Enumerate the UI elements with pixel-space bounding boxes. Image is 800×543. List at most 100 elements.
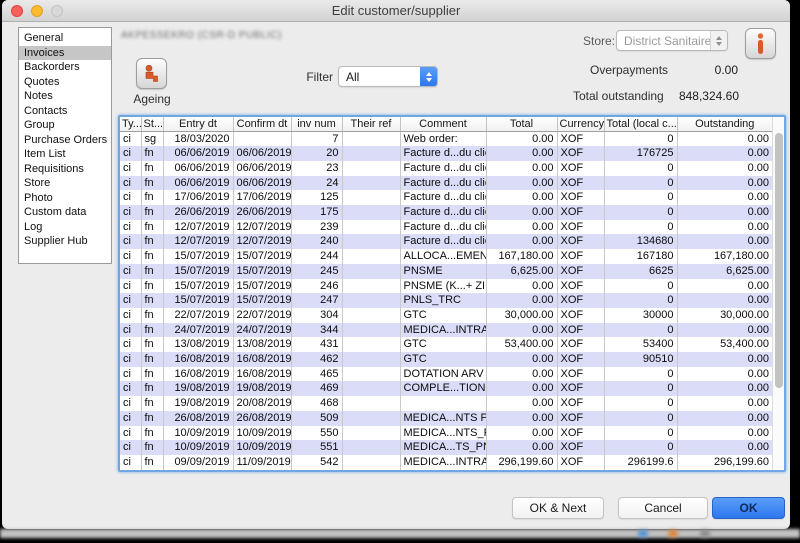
sidebar-item-quotes[interactable]: Quotes [19,75,111,90]
table-row[interactable]: cifn16/08/201916/08/2019465DOTATION ARV0… [120,367,772,382]
cell: 13/08/2019 [163,337,233,352]
cell: 10/09/2019 [163,440,233,455]
vertical-scrollbar[interactable] [772,117,784,470]
sidebar-item-custom-data[interactable]: Custom data [19,205,111,220]
column-header-st-[interactable]: St... [141,117,163,131]
table-row[interactable]: cifn26/08/201926/08/2019509MEDICA...NTS … [120,411,772,426]
table-row[interactable]: cifn10/09/201910/09/2019551MEDICA...TS_P… [120,440,772,455]
cell: XOF [557,234,604,249]
cell: XOF [557,352,604,367]
column-header-entry-dt[interactable]: Entry dt [163,117,233,131]
cell: ci [120,161,141,176]
cell: MEDICA...INTRANTS [400,323,486,338]
cell: 0 [604,279,677,294]
ageing-button[interactable] [136,58,167,89]
title-bar[interactable]: Edit customer/supplier [2,0,790,22]
table-row[interactable]: cifn26/06/201926/06/2019175Facture d...d… [120,205,772,220]
table-row[interactable]: cisg18/03/20207Web order:0.00XOF00.00 [120,131,772,146]
cell: ci [120,146,141,161]
ok-button[interactable]: OK [712,497,785,519]
cell: 15/07/2019 [163,279,233,294]
table-row[interactable]: cifn15/07/201915/07/2019244ALLOCA...EMEN… [120,249,772,264]
cell: 53,400.00 [486,337,557,352]
window-title: Edit customer/supplier [2,0,790,22]
cell: XOF [557,146,604,161]
table-row[interactable]: cifn19/08/201919/08/2019469COMPLE...TION… [120,381,772,396]
table-row[interactable]: cifn06/06/201906/06/201923Facture d...du… [120,161,772,176]
cell: sg [141,131,163,146]
column-header-currency[interactable]: Currency [557,117,604,131]
cell: 0.00 [486,234,557,249]
sidebar-item-contacts[interactable]: Contacts [19,104,111,119]
table-row[interactable]: cifn06/06/201906/06/201920Facture d...du… [120,146,772,161]
cell: 15/07/2019 [233,279,291,294]
table-row[interactable]: cifn12/07/201912/07/2019240Facture d...d… [120,234,772,249]
cell: 26/08/2019 [163,411,233,426]
cell: XOF [557,161,604,176]
cell: 0 [604,190,677,205]
cell: 06/06/2019 [163,176,233,191]
table-row[interactable]: cifn06/06/201906/06/201924Facture d...du… [120,176,772,191]
sidebar-item-item-list[interactable]: Item List [19,147,111,162]
table-row[interactable]: cifn10/09/201910/09/2019550MEDICA...NTS_… [120,426,772,441]
sidebar-item-group[interactable]: Group [19,118,111,133]
cell: 0 [604,440,677,455]
table-row[interactable]: cifn17/06/201917/06/2019125Facture d...d… [120,190,772,205]
cell: 23 [291,161,342,176]
background-blob [668,530,678,537]
column-header-comment[interactable]: Comment [400,117,486,131]
cell: 0 [604,131,677,146]
ok-and-next-button[interactable]: OK & Next [512,497,604,519]
sidebar-item-backorders[interactable]: Backorders [19,60,111,75]
sidebar-item-log[interactable]: Log [19,220,111,235]
invoices-table: Ty...St...Entry dtConfirm dtinv numTheir… [118,115,786,472]
cell: GTC [400,352,486,367]
table-row[interactable]: cifn16/08/201916/08/2019462GTC0.00XOF905… [120,352,772,367]
table-row[interactable]: cifn09/09/201911/09/2019542MEDICA...INTR… [120,455,772,470]
cancel-button[interactable]: Cancel [618,497,708,519]
column-header-inv-num[interactable]: inv num [291,117,342,131]
column-header-ty-[interactable]: Ty... [120,117,141,131]
sidebar-item-purchase-orders[interactable]: Purchase Orders [19,133,111,148]
table-row[interactable]: cifn12/07/201912/07/2019239Facture d...d… [120,220,772,235]
table-row[interactable]: cifn15/07/201915/07/2019245PNSME6,625.00… [120,264,772,279]
sidebar-item-requisitions[interactable]: Requisitions [19,162,111,177]
cell [342,279,400,294]
cell: fn [141,234,163,249]
table-row[interactable]: cifn15/07/201915/07/2019246PNSME (K...+ … [120,279,772,294]
table-row[interactable]: cifn22/07/201922/07/2019304GTC30,000.00X… [120,308,772,323]
filter-dropdown[interactable]: All [338,66,438,87]
table-row[interactable]: cifn13/08/201913/08/2019431GTC53,400.00X… [120,337,772,352]
scrollbar-thumb[interactable] [775,133,783,388]
table-row[interactable]: cifn24/07/201924/07/2019344MEDICA...INTR… [120,323,772,338]
sidebar-item-invoices[interactable]: Invoices [19,46,111,61]
cell: 0.00 [677,234,772,249]
sidebar-item-store[interactable]: Store [19,176,111,191]
info-button[interactable] [745,28,776,59]
cell: ci [120,234,141,249]
cell: 0.00 [677,176,772,191]
sidebar-item-supplier-hub[interactable]: Supplier Hub [19,234,111,249]
column-header-total-local-c-[interactable]: Total (local c... [604,117,677,131]
column-header-their-ref[interactable]: Their ref [342,117,400,131]
table-row[interactable]: cifn15/07/201915/07/2019247PNLS_TRC0.00X… [120,293,772,308]
cell: fn [141,176,163,191]
column-header-confirm-dt[interactable]: Confirm dt [233,117,291,131]
sidebar-item-general[interactable]: General [19,31,111,46]
cell: 7 [291,131,342,146]
table-row[interactable]: cifn19/08/201920/08/20194680.00XOF00.00 [120,396,772,411]
cell [342,352,400,367]
cell [342,220,400,235]
background-desktop-strip [0,529,800,538]
cell [342,264,400,279]
minimize-window-button[interactable] [31,5,43,17]
close-window-button[interactable] [11,5,23,17]
cell: 468 [291,396,342,411]
sidebar-item-notes[interactable]: Notes [19,89,111,104]
cell: Facture d...du client [400,161,486,176]
column-header-total[interactable]: Total [486,117,557,131]
column-header-outstanding[interactable]: Outstanding [677,117,772,131]
cell [342,146,400,161]
sidebar-item-photo[interactable]: Photo [19,191,111,206]
cell: Web order: [400,131,486,146]
